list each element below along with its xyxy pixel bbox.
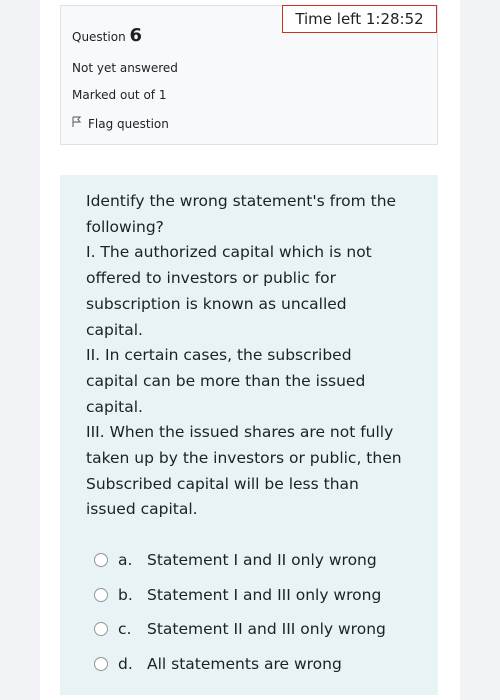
question-text: Identify the wrong statement's from the … [86, 189, 406, 523]
time-left-indicator: Time left 1:28:52 [282, 5, 437, 33]
answer-option-b[interactable]: b. Statement I and III only wrong [94, 578, 424, 613]
answer-text-a[interactable]: Statement I and II only wrong [147, 551, 377, 569]
question-number-value: 6 [129, 25, 143, 46]
answer-letter-a: a. [118, 551, 133, 570]
radio-button-c[interactable] [94, 622, 108, 637]
answer-options: a. Statement I and II only wrong b. Stat… [94, 543, 424, 681]
radio-button-a[interactable] [94, 553, 108, 568]
radio-button-b[interactable] [94, 587, 108, 602]
flag-question-label: Flag question [88, 116, 169, 131]
answer-letter-d: d. [118, 654, 133, 673]
answer-letter-b: b. [118, 585, 133, 604]
question-label: Question [72, 30, 126, 44]
statement-ii: II. In certain cases, the subscribed cap… [86, 346, 366, 416]
question-content: Identify the wrong statement's from the … [60, 175, 438, 695]
answer-option-c[interactable]: c. Statement II and III only wrong [94, 612, 424, 647]
question-grade: Marked out of 1 [72, 88, 167, 102]
radio-button-d[interactable] [94, 656, 108, 671]
answer-text-b[interactable]: Statement I and III only wrong [147, 586, 381, 604]
statement-iii: III. When the issued shares are not full… [86, 423, 402, 519]
flag-icon [72, 116, 82, 131]
answer-text-d[interactable]: All statements are wrong [147, 655, 342, 673]
answer-letter-c: c. [118, 620, 132, 639]
statement-i: I. The authorized capital which is not o… [86, 243, 372, 339]
answer-option-a[interactable]: a. Statement I and II only wrong [94, 543, 424, 578]
question-prompt: Identify the wrong statement's from the … [86, 192, 397, 236]
answer-option-d[interactable]: d. All statements are wrong [94, 647, 424, 682]
question-number: Question 6 [72, 25, 142, 46]
flag-question-link[interactable]: Flag question [72, 116, 169, 131]
answer-text-c[interactable]: Statement II and III only wrong [147, 620, 386, 638]
question-state: Not yet answered [72, 61, 178, 75]
